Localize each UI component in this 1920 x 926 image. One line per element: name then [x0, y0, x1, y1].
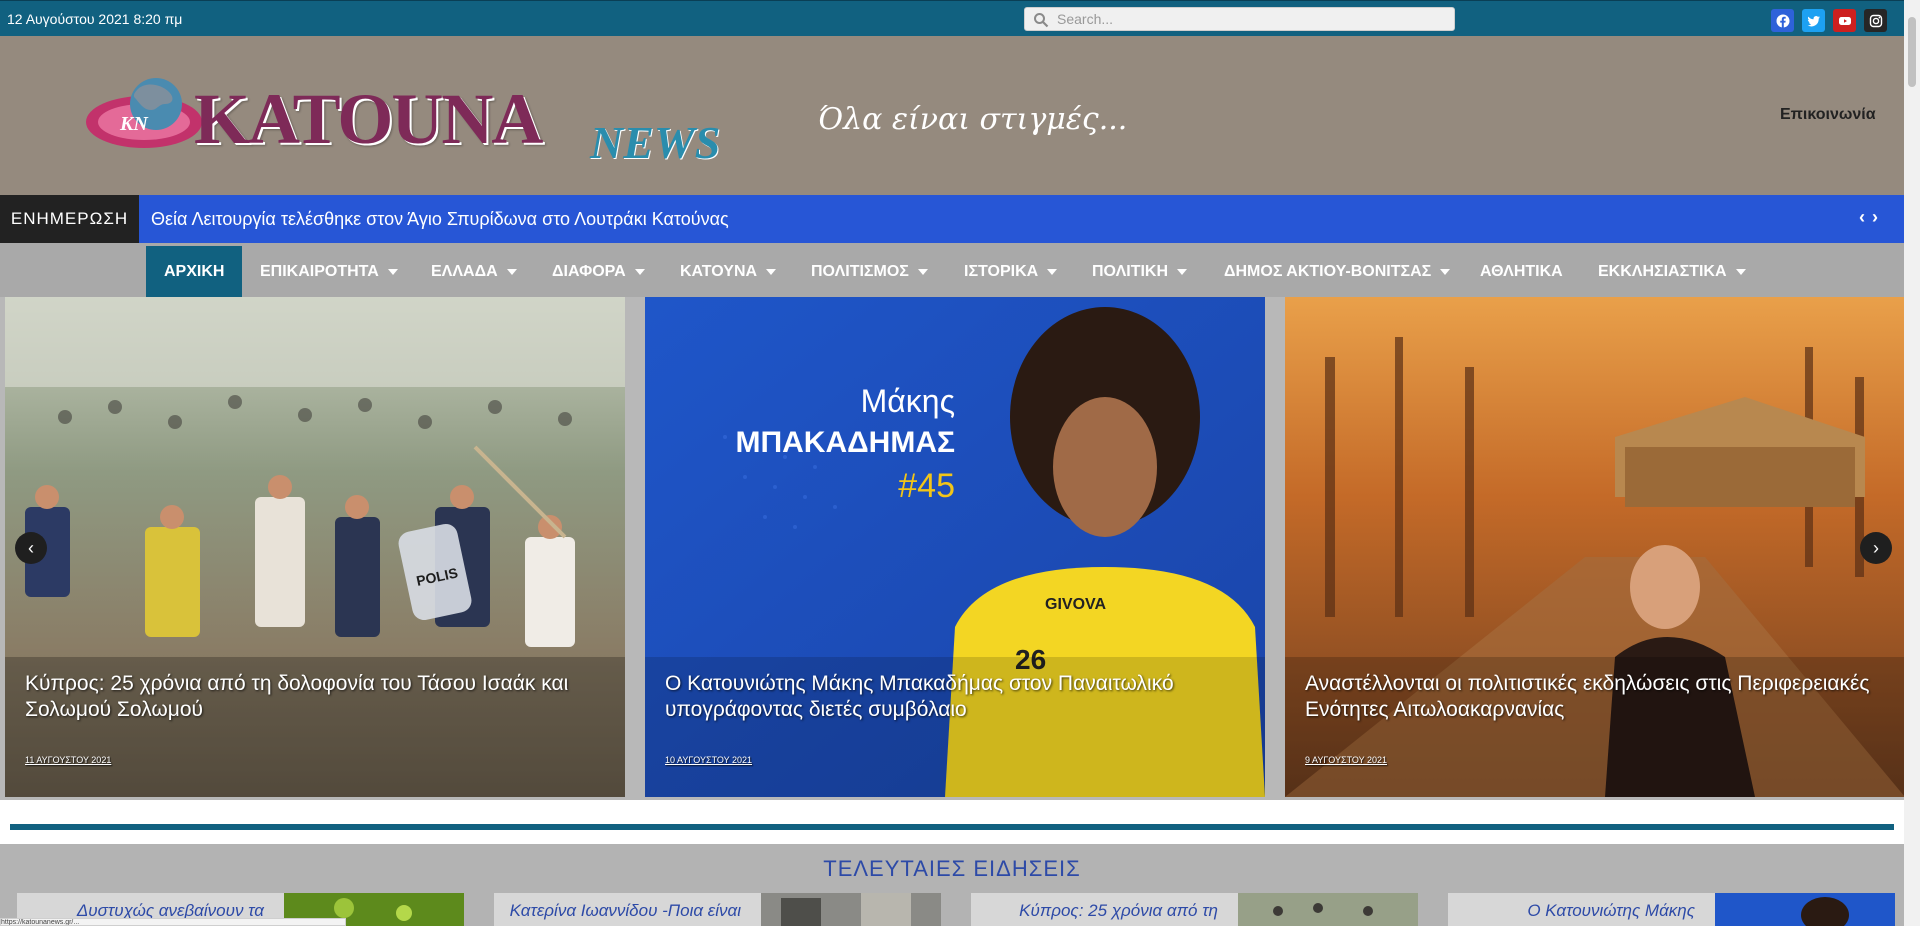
news-ticker: ΕΝΗΜΕΡΩΣΗ Θεία Λειτουργία τελέσθηκε στον…	[0, 195, 1904, 243]
nav-item-dimos[interactable]: ΔΗΜΟΣ ΑΚΤΙΟΥ-ΒΟΝΙΤΣΑΣ	[1206, 246, 1468, 297]
logo-main-text: KATOUNA	[194, 79, 543, 159]
page-scrollbar[interactable]	[1904, 0, 1920, 926]
slide-date: 11 ΑΥΓΟΥΣΤΟΥ 2021	[25, 755, 112, 765]
nav-item-epikairotita[interactable]: ΕΠΙΚΑΙΡΟΤΗΤΑ	[242, 246, 416, 297]
nav-item-label: ΕΛΛΑΔΑ	[431, 262, 498, 280]
nav-item-ekklisiastika[interactable]: ΕΚΚΛΗΣΙΑΣΤΙΚΑ	[1580, 246, 1764, 297]
svg-text:GIVOVA: GIVOVA	[1045, 596, 1106, 613]
chevron-down-icon	[1177, 268, 1188, 275]
nav-item-politiki[interactable]: ΠΟΛΙΤΙΚΗ	[1074, 246, 1205, 297]
section-spacer	[0, 800, 1904, 844]
search-input[interactable]	[1057, 10, 1447, 28]
latest-news-card[interactable]: Κύπρος: 25 χρόνια από τη	[971, 893, 1418, 926]
nav-item-label: ΑΡΧΙΚΗ	[164, 262, 225, 280]
nav-item-label: ΠΟΛΙΤΙΚΗ	[1092, 262, 1169, 280]
latest-news-card[interactable]: Κατερίνα Ιωαννίδου -Ποια είναι	[494, 893, 941, 926]
search-icon	[1034, 13, 1049, 28]
nav-item-label: ΔΗΜΟΣ ΑΚΤΙΟΥ-ΒΟΝΙΤΣΑΣ	[1224, 262, 1432, 280]
logo-globe-icon: KN	[86, 78, 202, 148]
slide-date: 9 ΑΥΓΟΥΣΤΟΥ 2021	[1305, 755, 1387, 765]
nav-item-katouna[interactable]: ΚΑΤΟΥΝΑ	[662, 246, 794, 297]
instagram-icon[interactable]	[1864, 9, 1887, 32]
ticker-label: ΕΝΗΜΕΡΩΣΗ	[0, 195, 139, 243]
browser-status-bar: https://katounanews.gr/...	[0, 918, 346, 926]
chevron-down-icon	[634, 268, 645, 275]
chevron-down-icon	[387, 268, 398, 275]
nav-item-ellada[interactable]: ΕΛΛΑΔΑ	[413, 246, 535, 297]
chevron-down-icon	[1735, 268, 1746, 275]
card-thumbnail	[1238, 893, 1418, 926]
nav-item-label: ΕΠΙΚΑΙΡΟΤΗΤΑ	[260, 262, 379, 280]
nav-item-home[interactable]: ΑΡΧΙΚΗ	[146, 246, 243, 297]
latest-news-title: ΤΕΛΕΥΤΑΙΕΣ ΕΙΔΗΣΕΙΣ	[823, 856, 1081, 881]
nav-item-istorika[interactable]: ΙΣΤΟΡΙΚΑ	[946, 246, 1075, 297]
nav-item-label: ΕΚΚΛΗΣΙΑΣΤΙΚΑ	[1598, 262, 1727, 280]
nav-item-diafora[interactable]: ΔΙΑΦΟΡΑ	[534, 246, 663, 297]
page: 12 Αυγούστου 2021 8:20 πμ KN	[0, 0, 1920, 926]
card-title[interactable]: Κύπρος: 25 χρόνια από τη	[1019, 901, 1218, 921]
slide-bakadimas[interactable]: Μάκης ΜΠΑΚΑΔΗΜΑΣ #45 GIVOVA 26 Ο Κατουνι…	[645, 297, 1265, 797]
slider-prev-icon[interactable]: ‹	[15, 532, 47, 564]
svg-text:Μάκης: Μάκης	[861, 383, 955, 419]
nav-item-label: ΚΑΤΟΥΝΑ	[680, 262, 758, 280]
contact-link[interactable]: Επικοινωνία	[1780, 106, 1876, 124]
nav-item-label: ΙΣΤΟΡΙΚΑ	[964, 262, 1039, 280]
top-bar: 12 Αυγούστου 2021 8:20 πμ	[0, 0, 1904, 36]
slide-date: 10 ΑΥΓΟΥΣΤΟΥ 2021	[665, 755, 752, 765]
card-title[interactable]: Κατερίνα Ιωαννίδου -Ποια είναι	[510, 901, 741, 921]
ticker-arrows[interactable]: ‹ ›	[1859, 207, 1879, 228]
featured-slider: POLIS Κύπρος: 25 χρόνια από τη δολοφονία…	[0, 297, 1905, 800]
main-nav: ΑΡΧΙΚΗ ΕΠΙΚΑΙΡΟΤΗΤΑ ΕΛΛΑΔΑ ΔΙΑΦΟΡΑ ΚΑΤΟΥ…	[0, 243, 1904, 297]
slide-title[interactable]: Ο Κατουνιώτης Μάκης Μπακαδήμας στον Πανα…	[665, 671, 1255, 723]
youtube-icon[interactable]	[1833, 9, 1856, 32]
site-slogan: Όλα είναι στιγμές...	[818, 102, 1128, 137]
svg-text:#45: #45	[898, 467, 955, 505]
nav-item-label: ΑΘΛΗΤΙΚΑ	[1480, 262, 1563, 280]
slide-culture-events[interactable]: Αναστέλλονται οι πολιτιστικές εκδηλώσεις…	[1285, 297, 1905, 797]
site-logo[interactable]: KN KATOUNA NEWS	[84, 72, 764, 178]
section-divider	[10, 824, 1894, 830]
ticker-prev-icon[interactable]: ‹	[1859, 207, 1866, 227]
nav-item-athlitika[interactable]: ΑΘΛΗΤΙΚΑ	[1462, 246, 1581, 297]
slider-next-icon[interactable]: ›	[1860, 532, 1892, 564]
facebook-icon[interactable]	[1771, 9, 1794, 32]
slide-title[interactable]: Κύπρος: 25 χρόνια από τη δολοφονία του Τ…	[25, 671, 615, 723]
chevron-down-icon	[506, 268, 517, 275]
chevron-down-icon	[917, 268, 928, 275]
chevron-down-icon	[1440, 268, 1451, 275]
nav-item-label: ΠΟΛΙΤΙΣΜΟΣ	[811, 262, 909, 280]
twitter-icon[interactable]	[1802, 9, 1825, 32]
svg-text:KN: KN	[119, 113, 149, 135]
ticker-headline[interactable]: Θεία Λειτουργία τελέσθηκε στον Άγιο Σπυρ…	[151, 209, 729, 230]
chevron-down-icon	[766, 268, 777, 275]
slide-cyprus[interactable]: POLIS Κύπρος: 25 χρόνια από τη δολοφονία…	[5, 297, 625, 797]
chevron-down-icon	[1047, 268, 1058, 275]
search-box[interactable]	[1024, 7, 1455, 31]
card-title[interactable]: Ο Κατουνιώτης Μάκης	[1527, 901, 1695, 921]
card-thumbnail	[1715, 893, 1895, 926]
logo-sub-text: NEWS	[590, 117, 721, 168]
ticker-next-icon[interactable]: ›	[1872, 207, 1879, 227]
svg-text:ΜΠΑΚΑΔΗΜΑΣ: ΜΠΑΚΑΔΗΜΑΣ	[735, 426, 955, 459]
nav-item-politismos[interactable]: ΠΟΛΙΤΙΣΜΟΣ	[793, 246, 946, 297]
current-date: 12 Αυγούστου 2021 8:20 πμ	[7, 11, 183, 27]
card-thumbnail	[761, 893, 941, 926]
slide-title[interactable]: Αναστέλλονται οι πολιτιστικές εκδηλώσεις…	[1305, 671, 1895, 723]
nav-item-label: ΔΙΑΦΟΡΑ	[552, 262, 626, 280]
scrollbar-thumb[interactable]	[1908, 17, 1916, 87]
latest-news-card[interactable]: Ο Κατουνιώτης Μάκης	[1448, 893, 1895, 926]
site-header: KN KATOUNA NEWS Όλα είναι στιγμές... Επι…	[0, 36, 1904, 195]
